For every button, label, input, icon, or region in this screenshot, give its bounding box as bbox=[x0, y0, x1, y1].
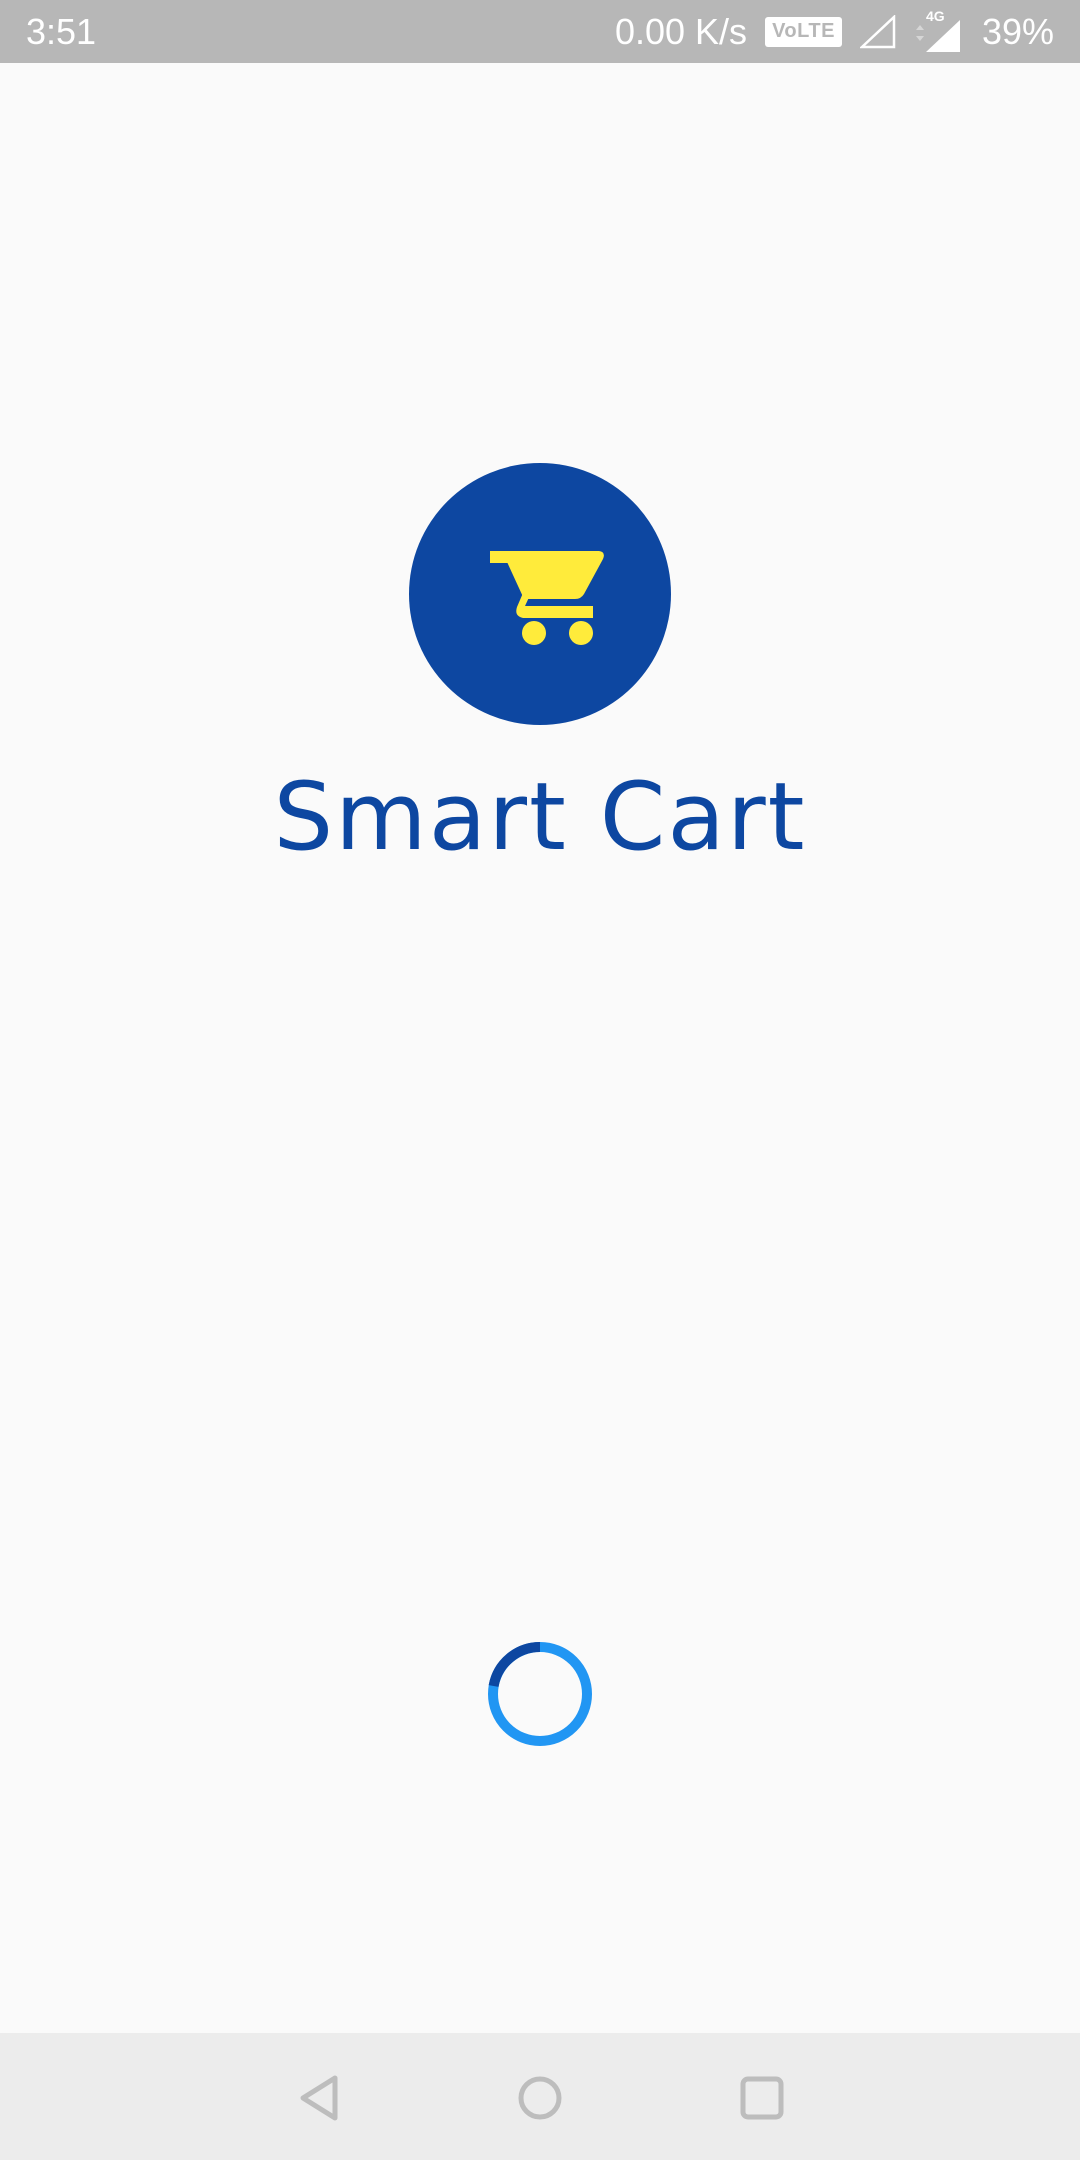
app-logo bbox=[409, 463, 671, 725]
recents-icon bbox=[740, 2076, 784, 2120]
status-icons: 0.00 K/s VoLTE 4G 39% bbox=[614, 8, 1054, 53]
back-icon bbox=[300, 2075, 338, 2121]
status-bar: 3:51 0.00 K/s VoLTE 4G 39% bbox=[0, 0, 1080, 63]
battery-level: 39% bbox=[981, 10, 1054, 52]
volte-badge: VoLTE bbox=[765, 16, 842, 47]
network-speed: 0.00 K/s bbox=[614, 10, 748, 52]
shopping-cart-icon bbox=[490, 551, 604, 645]
home-icon bbox=[518, 2076, 562, 2120]
back-button[interactable] bbox=[285, 2063, 355, 2133]
signal-empty-icon bbox=[859, 14, 896, 48]
splash-screen: 3:51 0.00 K/s VoLTE 4G 39% Smart Cart bbox=[0, 0, 1080, 2160]
loading-spinner bbox=[488, 1641, 592, 1746]
navigation-bar bbox=[0, 2033, 1080, 2160]
app-title: Smart Cart bbox=[273, 763, 807, 872]
status-time: 3:51 bbox=[26, 10, 97, 52]
recents-button[interactable] bbox=[727, 2063, 797, 2133]
signal-full-icon bbox=[915, 19, 960, 52]
mobile-data-indicator: 4G bbox=[914, 8, 964, 52]
home-button[interactable] bbox=[505, 2063, 575, 2133]
